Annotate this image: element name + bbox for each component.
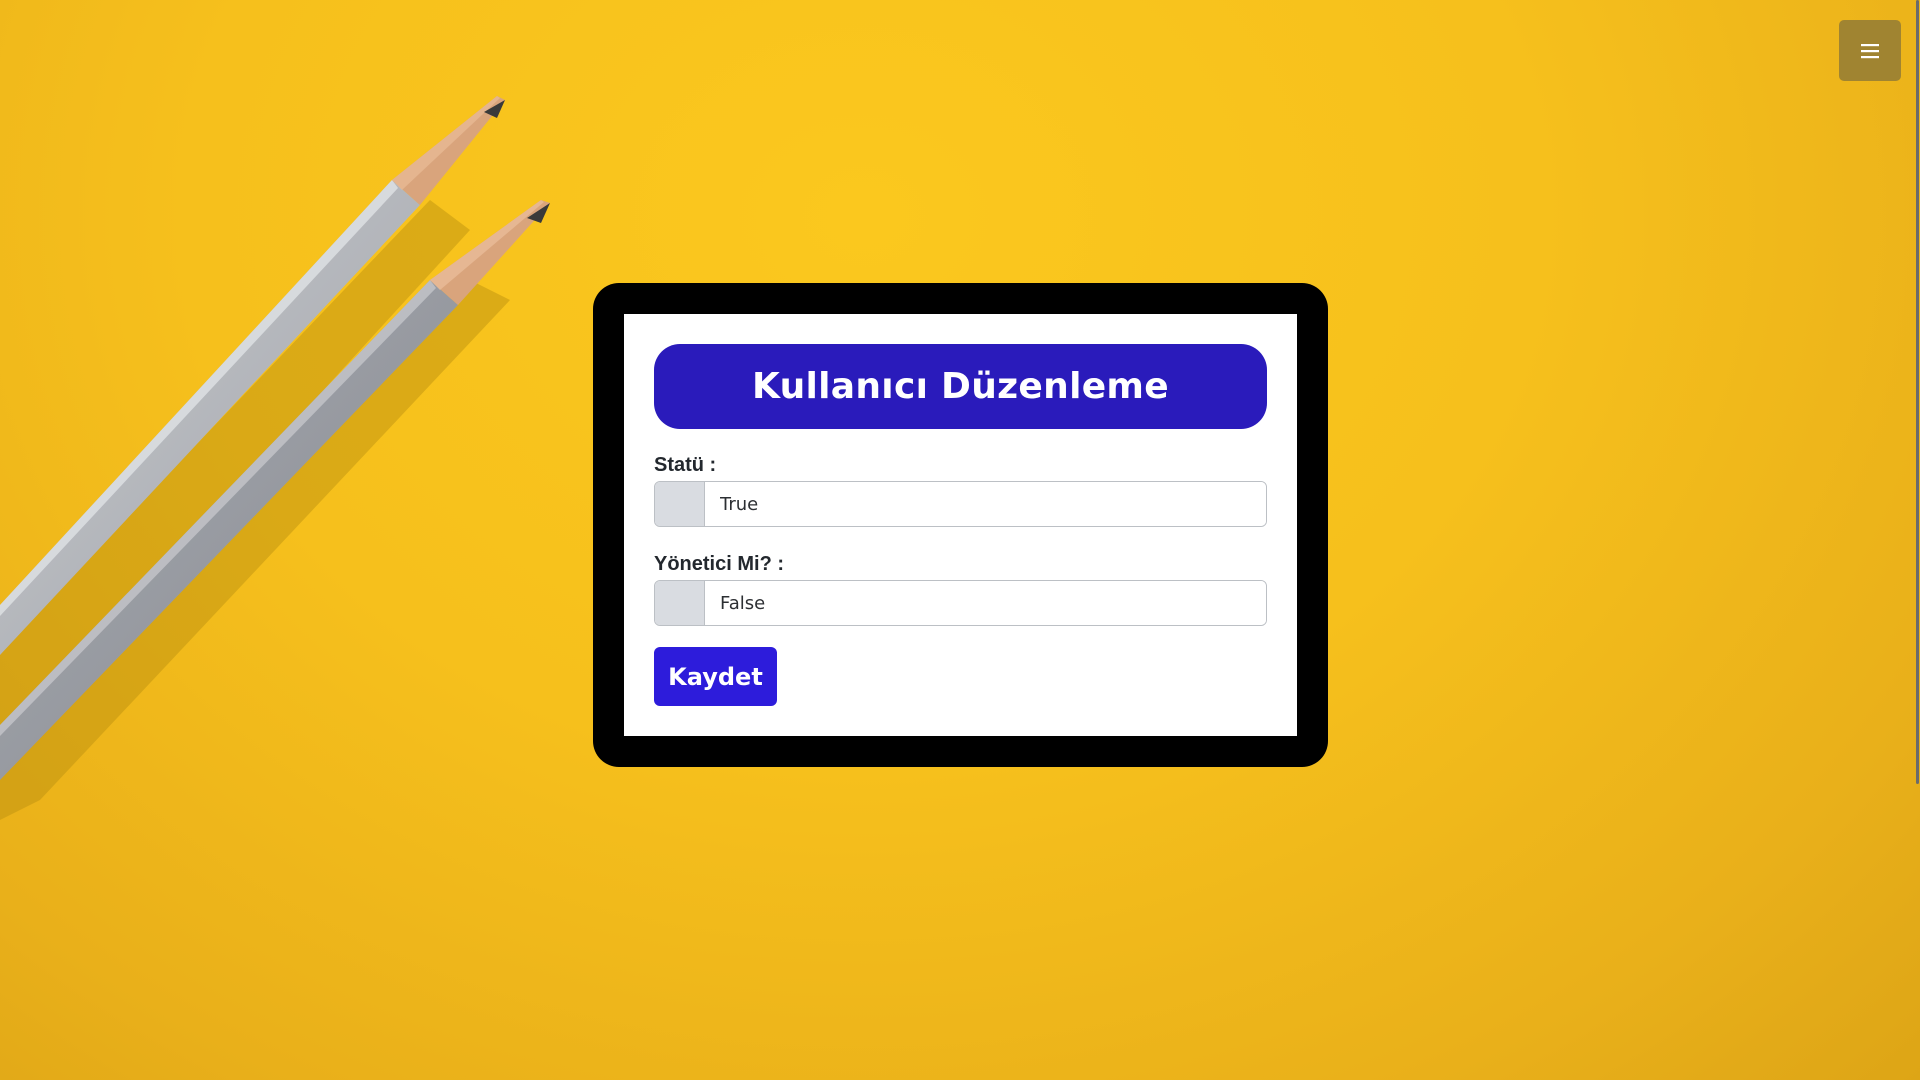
status-label: Statü :: [654, 454, 717, 476]
admin-input-addon: [655, 581, 705, 625]
hamburger-menu-icon: [1861, 43, 1879, 58]
status-input-addon: [655, 482, 705, 526]
page-title: Kullanıcı Düzenleme: [752, 366, 1169, 407]
status-input-group: [654, 481, 1267, 527]
menu-button[interactable]: [1839, 20, 1901, 81]
status-input[interactable]: [705, 482, 1266, 526]
scrollbar-thumb[interactable]: [1916, 0, 1919, 784]
user-edit-card: Kullanıcı Düzenleme Statü : Yönetici Mi?…: [624, 314, 1297, 736]
admin-label: Yönetici Mi? :: [654, 553, 784, 575]
admin-input-group: [654, 580, 1267, 626]
title-banner: Kullanıcı Düzenleme: [654, 344, 1267, 429]
admin-input[interactable]: [705, 581, 1266, 625]
save-button[interactable]: Kaydet: [654, 647, 777, 706]
